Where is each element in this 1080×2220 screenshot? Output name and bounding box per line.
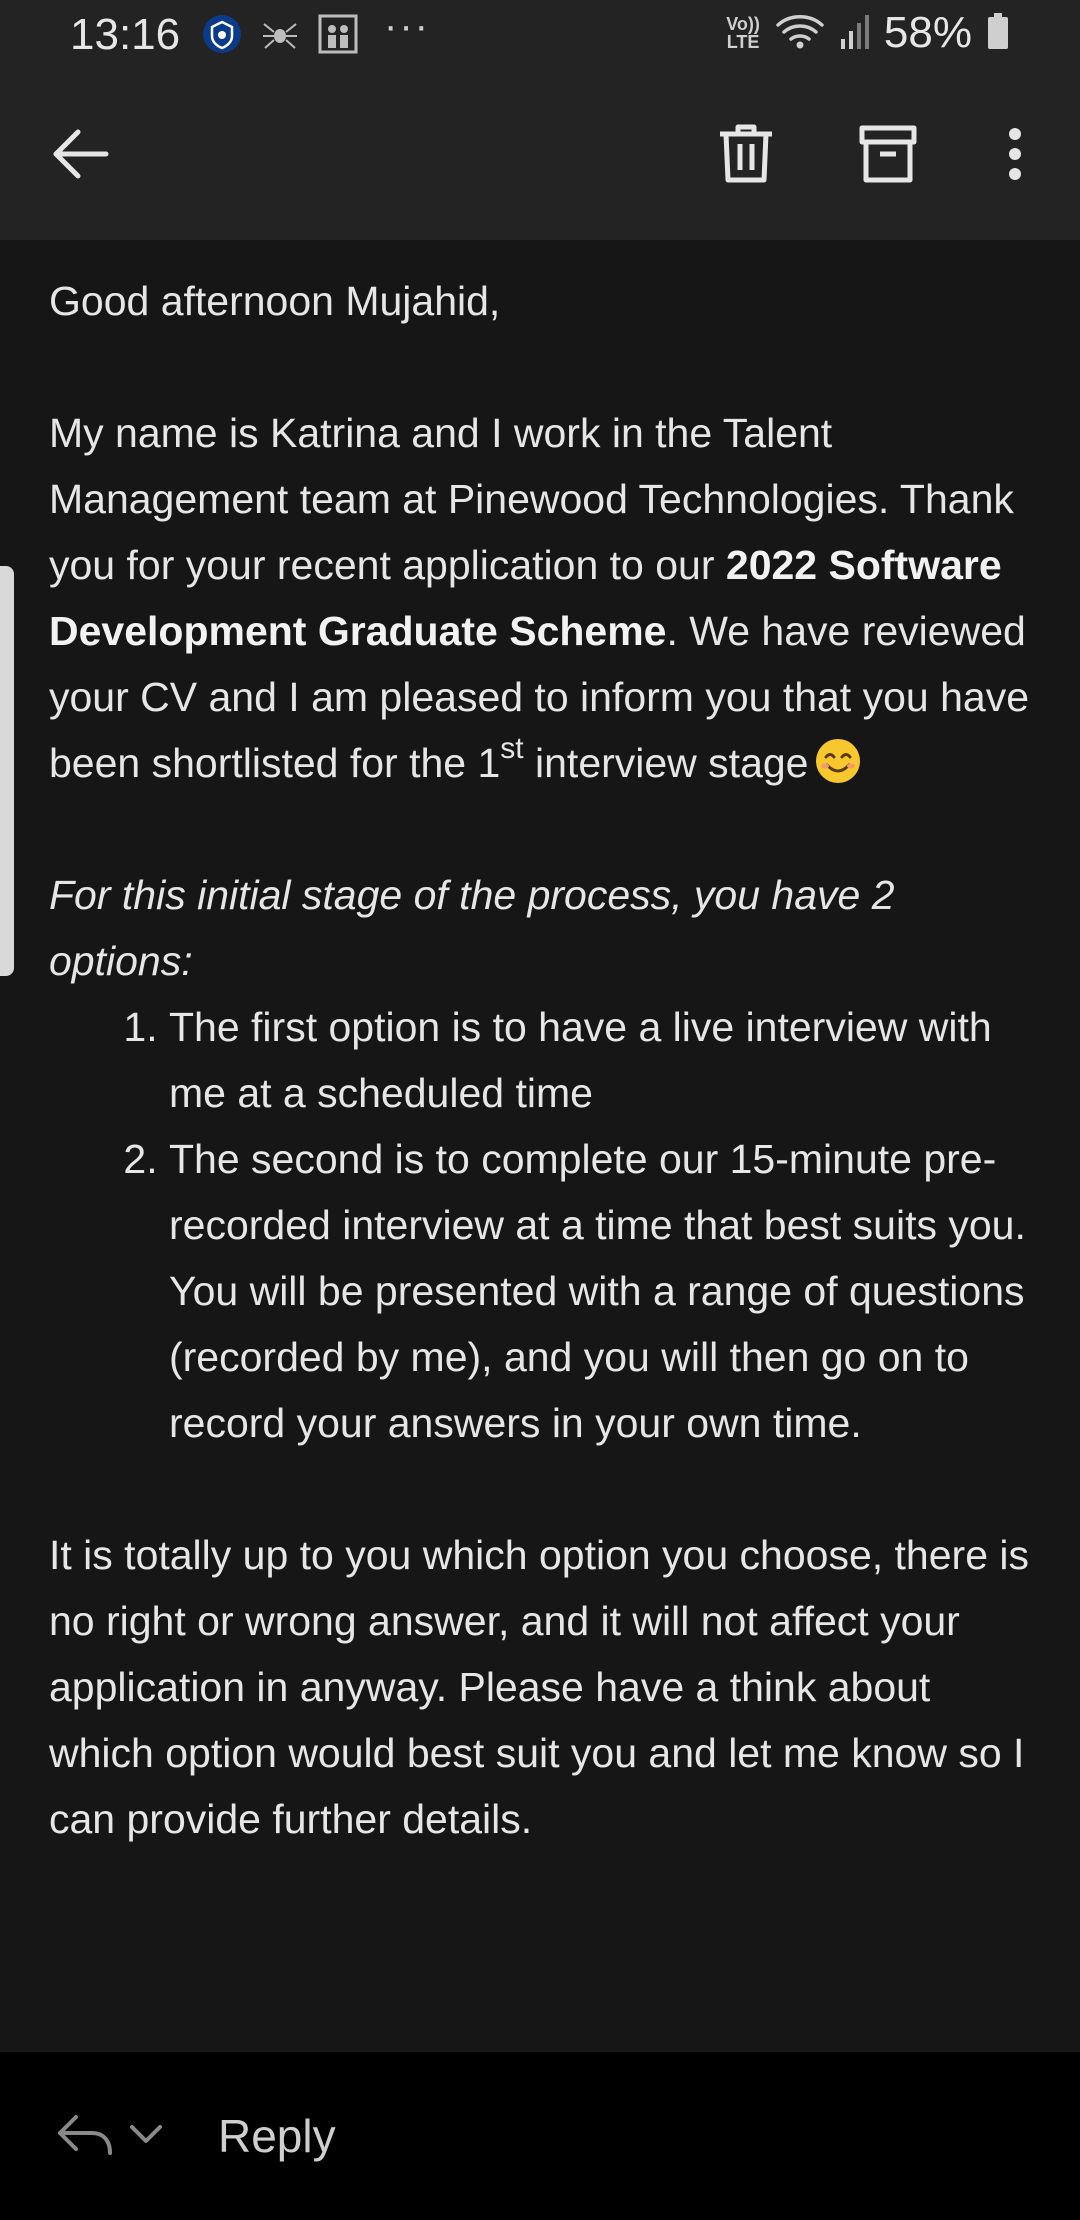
reply-label[interactable]: Reply [218,2109,336,2163]
email-paragraph-intro: My name is Katrina and I work in the Tal… [49,400,1039,796]
wifi-icon [774,11,826,56]
more-notifications-icon: ··· [384,4,430,48]
reply-bar: Reply [0,2052,1080,2220]
lte-label: LTE [726,32,760,52]
email-body: Good afternoon Mujahid, My name is Katri… [49,268,1039,1852]
intro-text-3: interview stage [523,740,809,786]
list-item: The first option is to have a live inter… [169,994,1039,1126]
crypto-shield-icon [202,14,242,54]
email-greeting: Good afternoon Mujahid, [49,278,501,324]
battery-icon [986,11,1010,56]
people-icon [318,14,358,54]
archive-button[interactable] [848,116,928,196]
email-closing: It is totally up to you which option you… [49,1532,1029,1842]
options-intro: For this initial stage of the process, y… [49,872,895,984]
notification-icons [202,14,358,54]
volte-indicator: Vo)) LTE [726,15,760,51]
archive-icon [858,122,918,191]
reply-arrow-icon [56,2109,114,2164]
spider-icon [260,14,300,54]
back-arrow-icon [48,122,112,191]
trash-icon [716,122,776,191]
ordinal-suffix: st [500,732,524,766]
status-indicators: Vo)) LTE 58% [726,8,1010,58]
list-item: The second is to complete our 15-minute … [169,1126,1039,1456]
options-list: The first option is to have a live inter… [49,994,1039,1456]
back-button[interactable] [40,116,120,196]
chevron-down-icon[interactable] [126,2119,166,2154]
battery-percentage: 58% [883,8,972,57]
email-toolbar [0,72,1080,240]
more-vert-icon [1005,124,1025,189]
status-time: 13:16 [70,10,181,59]
volte-label: Vo)) [726,14,760,34]
more-options-button[interactable] [990,116,1040,196]
reply-button[interactable]: Reply [56,2094,336,2178]
status-bar: 13:16 ··· Vo)) LTE 58% [0,0,1080,72]
signal-icon [840,11,870,56]
smiling-face-emoji [814,737,862,785]
scroll-handle[interactable] [0,566,14,976]
delete-button[interactable] [706,116,786,196]
